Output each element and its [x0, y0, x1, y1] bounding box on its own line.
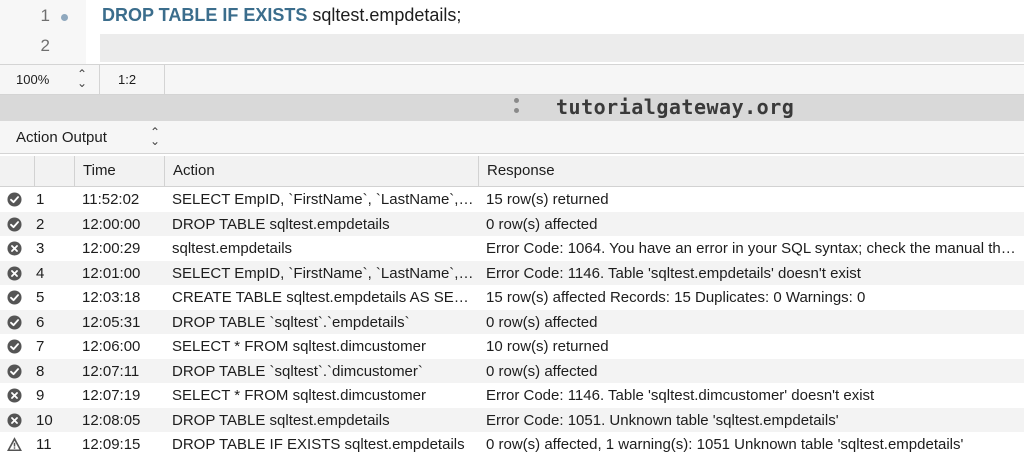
row-number: 1 — [36, 191, 45, 208]
statement-marker-icon[interactable] — [61, 14, 68, 21]
table-row[interactable]: 7 12:06:00 SELECT * FROM sqltest.dimcustom… — [0, 334, 1024, 359]
row-response: 15 row(s) affected Records: 15 Duplicate… — [486, 289, 866, 306]
cursor-position: 1:2 — [99, 65, 165, 94]
row-action: DROP TABLE IF EXISTS sqltest.empdetails — [172, 436, 465, 453]
row-time: 12:07:19 — [82, 387, 141, 404]
panel-splitter[interactable]: tutorialgateway.org — [0, 95, 1024, 121]
row-action: sqltest.empdetails — [172, 240, 293, 257]
row-number: 4 — [36, 264, 45, 282]
row-number: 6 — [36, 313, 45, 331]
editor-status-bar: 100% ⌃ ⌄ 1:2 — [0, 64, 1024, 95]
table-row[interactable]: 4 12:01:00 SELECT EmpID, `FirstName`, `Las… — [0, 260, 1024, 285]
table-row[interactable]: 5 12:03:18 CREATE TABLE sqltest.empdetails… — [0, 285, 1024, 310]
check-circle-icon — [7, 314, 22, 330]
check-circle-icon — [7, 363, 22, 379]
row-response: Error Code: 1146. Table 'sqltest.empdeta… — [486, 264, 861, 282]
watermark-text: tutorialgateway.org — [556, 95, 795, 119]
row-number: 8 — [36, 362, 45, 380]
row-response: 0 row(s) affected — [486, 362, 598, 380]
updown-chevron-icon[interactable]: ⌃ ⌄ — [149, 126, 161, 147]
row-number: 10 — [36, 411, 53, 429]
row-number: 3 — [36, 240, 45, 257]
sql-identifier: sqltest.empdetails; — [307, 5, 462, 25]
row-action: DROP TABLE sqltest.empdetails — [172, 411, 390, 429]
row-time: 12:09:15 — [82, 436, 141, 453]
row-response: 0 row(s) affected — [486, 313, 598, 331]
check-circle-icon — [7, 216, 22, 232]
sql-keyword: DROP TABLE IF EXISTS — [102, 5, 308, 25]
current-line-highlight — [100, 34, 1024, 62]
row-response: Error Code: 1146. Table 'sqltest.dimcust… — [486, 387, 875, 404]
table-row[interactable]: 9 12:07:19 SELECT * FROM sqltest.dimcustom… — [0, 383, 1024, 408]
sql-editor[interactable]: 1 DROP TABLE IF EXISTS sqltest.empdetail… — [0, 0, 1024, 64]
row-time: 12:06:00 — [82, 338, 141, 355]
action-output-table: Time Action Response 1 11:52:02 SELECT Emp… — [0, 156, 1024, 457]
row-time: 12:05:31 — [82, 313, 141, 331]
row-time: 12:00:00 — [82, 215, 141, 233]
cursor-position-value: 1:2 — [118, 72, 137, 87]
row-time: 12:03:18 — [82, 289, 141, 306]
row-action: SELECT EmpID, `FirstName`, `LastName`, `… — [172, 191, 474, 208]
column-header-number[interactable] — [34, 156, 74, 186]
table-body: 1 11:52:02 SELECT EmpID, `FirstName`, `Las… — [0, 187, 1024, 457]
row-number: 7 — [36, 338, 45, 355]
warning-triangle-icon — [7, 437, 22, 452]
row-response: Error Code: 1064. You have an error in y… — [486, 240, 1020, 257]
x-circle-icon — [7, 388, 22, 403]
row-action: DROP TABLE `sqltest`.`dimcustomer` — [172, 362, 423, 380]
row-time: 12:00:29 — [82, 240, 141, 257]
table-row[interactable]: 1 11:52:02 SELECT EmpID, `FirstName`, `Las… — [0, 187, 1024, 212]
table-row[interactable]: 3 12:00:29 sqltest.empdetails Error Code: 1… — [0, 236, 1024, 261]
output-type-select[interactable]: Action Output — [16, 129, 107, 146]
column-header-status[interactable] — [0, 156, 34, 186]
zoom-select[interactable]: 100% ⌃ ⌄ — [0, 65, 100, 94]
check-circle-icon — [7, 290, 22, 305]
table-row[interactable]: 2 12:00:00 DROP TABLE sqltest.empdetails 0 … — [0, 211, 1024, 236]
row-action: DROP TABLE `sqltest`.`empdetails` — [172, 313, 410, 331]
editor-line-2[interactable]: 2 — [0, 34, 1024, 62]
code-text[interactable]: DROP TABLE IF EXISTS sqltest.empdetails; — [102, 5, 461, 26]
row-action: SELECT * FROM sqltest.dimcustomer — [172, 338, 426, 355]
table-row[interactable]: 10 12:08:05 DROP TABLE sqltest.empdetails E… — [0, 407, 1024, 432]
row-response: 15 row(s) returned — [486, 191, 609, 208]
column-header-action[interactable]: Action — [164, 156, 478, 186]
check-circle-icon — [7, 192, 22, 207]
table-header: Time Action Response — [0, 156, 1024, 187]
row-number: 2 — [36, 215, 45, 233]
table-row[interactable]: 11 12:09:15 DROP TABLE IF EXISTS sqltest.e… — [0, 432, 1024, 457]
row-number: 11 — [36, 436, 52, 453]
row-number: 5 — [36, 289, 45, 306]
row-response: Error Code: 1051. Unknown table 'sqltest… — [486, 411, 839, 429]
x-circle-icon — [7, 265, 22, 281]
drag-handle-icon[interactable] — [514, 98, 520, 118]
row-response: 10 row(s) returned — [486, 338, 609, 355]
row-action: SELECT EmpID, `FirstName`, `LastName`, `… — [172, 264, 474, 282]
row-time: 12:01:00 — [82, 264, 141, 282]
x-circle-icon — [7, 412, 22, 428]
table-row[interactable]: 6 12:05:31 DROP TABLE `sqltest`.`empdetail… — [0, 309, 1024, 334]
row-action: DROP TABLE sqltest.empdetails — [172, 215, 390, 233]
x-circle-icon — [7, 241, 22, 256]
zoom-value: 100% — [16, 72, 50, 87]
row-response: 0 row(s) affected, 1 warning(s): 1051 Un… — [486, 436, 964, 453]
column-header-response[interactable]: Response — [478, 156, 1024, 186]
row-action: CREATE TABLE sqltest.empdetails AS SELEC… — [172, 289, 474, 306]
row-time: 12:08:05 — [82, 411, 141, 429]
table-row[interactable]: 8 12:07:11 DROP TABLE `sqltest`.`dimcustom… — [0, 358, 1024, 383]
row-time: 11:52:02 — [82, 191, 140, 208]
column-header-time[interactable]: Time — [74, 156, 164, 186]
row-number: 9 — [36, 387, 45, 404]
line-number: 2 — [40, 36, 50, 55]
row-time: 12:07:11 — [82, 362, 140, 380]
updown-chevron-icon[interactable]: ⌃ ⌄ — [76, 68, 88, 89]
row-action: SELECT * FROM sqltest.dimcustomer — [172, 387, 426, 404]
line-number: 1 — [40, 6, 50, 25]
output-header: Action Output ⌃ ⌄ — [0, 121, 1024, 154]
row-response: 0 row(s) affected — [486, 215, 598, 233]
editor-line-1[interactable]: 1 DROP TABLE IF EXISTS sqltest.empdetail… — [0, 4, 1024, 32]
check-circle-icon — [7, 339, 22, 354]
